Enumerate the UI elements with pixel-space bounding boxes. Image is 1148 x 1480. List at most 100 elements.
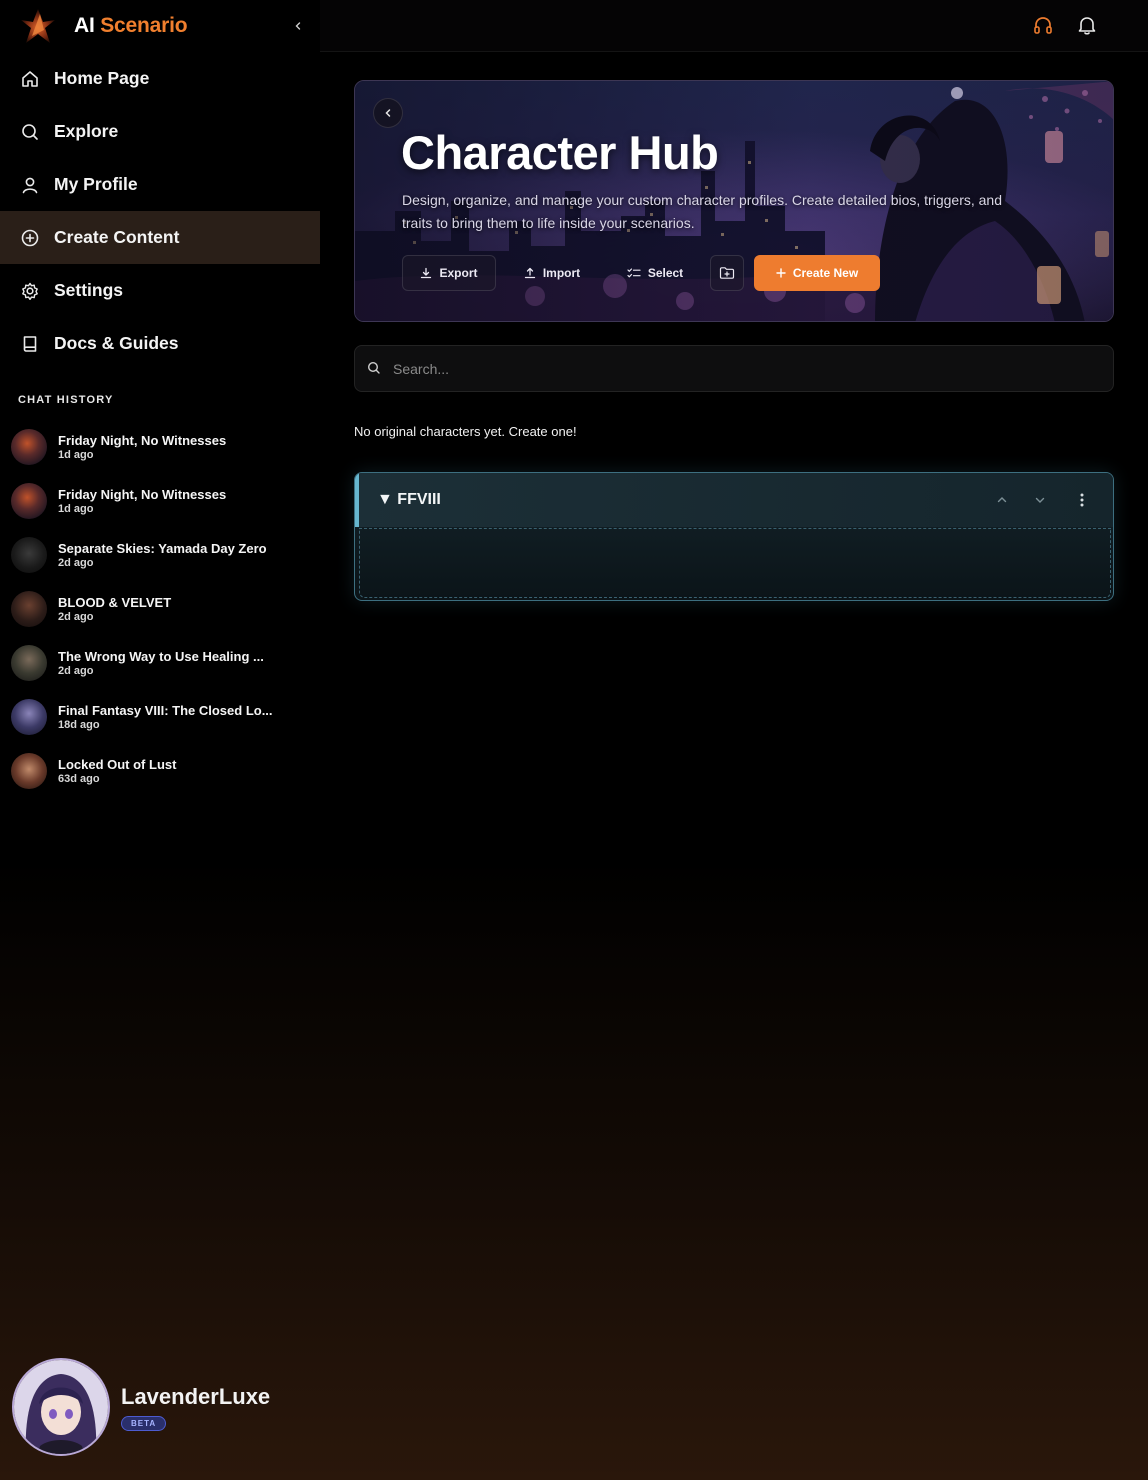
sidebar-nav: Home Page Explore My Profile Create Cont… xyxy=(0,52,320,370)
chat-avatar xyxy=(11,699,47,735)
nav-label: Explore xyxy=(54,121,119,141)
chat-title: The Wrong Way to Use Healing ... xyxy=(58,649,264,664)
chat-history-heading: CHAT HISTORY xyxy=(18,394,114,406)
chat-title: Friday Night, No Witnesses xyxy=(58,433,227,448)
avatar xyxy=(12,1358,110,1456)
group-title-wrapper: ▼ FFVIII xyxy=(377,491,441,509)
search-input[interactable] xyxy=(393,360,1073,377)
chat-avatar xyxy=(11,591,47,627)
book-icon xyxy=(20,334,40,354)
chat-time: 1d ago xyxy=(58,449,94,461)
chat-history-item[interactable]: The Wrong Way to Use Healing ... 2d ago xyxy=(0,636,320,690)
chat-avatar xyxy=(11,753,47,789)
chat-history-item[interactable]: BLOOD & VELVET 2d ago xyxy=(0,582,320,636)
nav-item-create-content[interactable]: Create Content xyxy=(0,211,320,264)
gear-icon xyxy=(20,281,40,301)
chat-title: Separate Skies: Yamada Day Zero xyxy=(58,541,267,556)
search-icon xyxy=(20,122,40,142)
import-label: Import xyxy=(542,266,581,280)
nav-label: Home Page xyxy=(54,68,150,88)
collapse-sidebar-button[interactable] xyxy=(288,16,308,36)
import-button[interactable]: Import xyxy=(504,255,600,291)
chat-title: Final Fantasy VIII: The Closed Lo... xyxy=(58,703,273,718)
headphones-button[interactable] xyxy=(1031,13,1055,37)
chat-time: 1d ago xyxy=(58,503,94,515)
beta-badge: BETA xyxy=(121,1415,167,1431)
nav-item-explore[interactable]: Explore xyxy=(0,105,320,158)
group-drop-zone[interactable] xyxy=(359,528,1111,598)
select-label: Select xyxy=(647,266,684,280)
chat-history-item[interactable]: Friday Night, No Witnesses 1d ago xyxy=(0,474,320,528)
nav-item-home[interactable]: Home Page xyxy=(0,52,320,105)
more-vertical-icon xyxy=(1080,493,1084,507)
nav-item-docs-guides[interactable]: Docs & Guides xyxy=(0,317,320,370)
chat-history-item[interactable]: Final Fantasy VIII: The Closed Lo... 18d … xyxy=(0,690,320,744)
notifications-button[interactable] xyxy=(1075,13,1099,37)
user-icon xyxy=(20,175,40,195)
chat-title: Locked Out of Lust xyxy=(58,757,177,772)
headphones-icon xyxy=(1034,17,1052,34)
chat-history-list: Friday Night, No Witnesses 1d ago Friday … xyxy=(0,420,320,798)
flame-logo-icon xyxy=(21,9,55,43)
nav-item-settings[interactable]: Settings xyxy=(0,264,320,317)
hero-actions: Export Import Select Create New xyxy=(402,255,888,291)
move-up-button[interactable] xyxy=(992,490,1012,510)
folder-plus-icon xyxy=(719,266,735,280)
search-bar xyxy=(354,345,1114,392)
back-button[interactable] xyxy=(373,98,403,128)
group-more-options-button[interactable] xyxy=(1072,490,1092,510)
chat-history-item[interactable]: Friday Night, No Witnesses 1d ago xyxy=(0,420,320,474)
chat-avatar xyxy=(11,483,47,519)
chat-title: BLOOD & VELVET xyxy=(58,595,172,610)
brand-name-scenario: Scenario xyxy=(100,14,188,37)
user-profile-card[interactable]: LavenderLuxe BETA xyxy=(12,1358,270,1456)
chat-history-item[interactable]: Locked Out of Lust 63d ago xyxy=(0,744,320,798)
chevron-up-icon xyxy=(997,497,1007,503)
chat-avatar xyxy=(11,537,47,573)
select-button[interactable]: Select xyxy=(608,255,702,291)
export-button[interactable]: Export xyxy=(402,255,496,291)
create-new-button[interactable]: Create New xyxy=(754,255,880,291)
expand-triangle-icon: ▼ xyxy=(377,491,393,508)
export-label: Export xyxy=(439,266,478,280)
create-new-label: Create New xyxy=(792,266,859,280)
sidebar: AI Scenario Home Page Explore My Profile xyxy=(0,0,320,1480)
brand-name-ai: AI xyxy=(74,14,95,37)
download-icon xyxy=(420,267,432,279)
chat-time: 2d ago xyxy=(58,557,94,569)
empty-state-message: No original characters yet. Create one! xyxy=(354,424,577,439)
upload-icon xyxy=(524,267,536,279)
plus-icon xyxy=(776,268,786,278)
group-title: FFVIII xyxy=(397,491,441,508)
chat-history-item[interactable]: Separate Skies: Yamada Day Zero 2d ago xyxy=(0,528,320,582)
new-folder-button[interactable] xyxy=(710,255,744,291)
checklist-icon xyxy=(627,267,641,279)
character-group-ffviii: ▼ FFVIII xyxy=(354,472,1114,601)
nav-label: My Profile xyxy=(54,174,138,194)
top-bar xyxy=(320,0,1148,52)
page-description: Design, organize, and manage your custom… xyxy=(402,192,1002,231)
move-down-button[interactable] xyxy=(1030,490,1050,510)
nav-label: Settings xyxy=(54,280,124,300)
nav-label: Docs & Guides xyxy=(54,333,179,353)
chevron-left-icon xyxy=(385,109,391,117)
chat-time: 2d ago xyxy=(58,665,94,677)
chat-title: Friday Night, No Witnesses xyxy=(58,487,227,502)
nav-label: Create Content xyxy=(54,227,180,247)
chevron-left-icon xyxy=(295,22,301,30)
search-icon xyxy=(367,361,383,377)
username: LavenderLuxe xyxy=(121,1383,271,1409)
chat-avatar xyxy=(11,645,47,681)
character-hub-banner: Character Hub Design, organize, and mana… xyxy=(354,80,1114,322)
home-icon xyxy=(20,69,40,89)
bell-icon xyxy=(1078,17,1096,35)
chat-time: 63d ago xyxy=(58,773,100,785)
brand[interactable]: AI Scenario xyxy=(18,6,188,46)
chevron-down-icon xyxy=(1035,497,1045,503)
chat-time: 2d ago xyxy=(58,611,94,623)
chat-time: 18d ago xyxy=(58,719,100,731)
nav-item-my-profile[interactable]: My Profile xyxy=(0,158,320,211)
chat-avatar xyxy=(11,429,47,465)
plus-circle-icon xyxy=(20,228,40,248)
page-title: Character Hub xyxy=(401,126,719,179)
